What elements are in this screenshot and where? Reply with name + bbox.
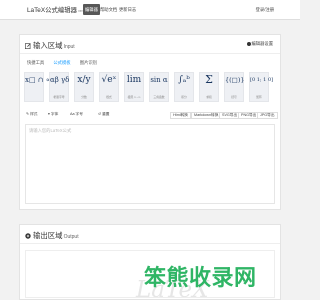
brand-title: LaTeX公式编辑器 bbox=[27, 7, 78, 14]
reset-button[interactable]: ↺ 重置 bbox=[98, 112, 110, 117]
output-title-en: Output bbox=[63, 234, 79, 240]
symbol-label: 三角函数 bbox=[153, 95, 165, 99]
top-nav: LaTeX公式编辑器ver3.6.2 编辑器 帮助文档 更新日志 登录/注册 bbox=[0, 0, 300, 20]
output-title: 输出区域Output bbox=[25, 230, 79, 241]
symbol-sum-button[interactable]: Σ 求和 bbox=[199, 72, 219, 102]
output-panel-header: 输出区域Output bbox=[20, 225, 280, 244]
symbol-glyph: √eˣ bbox=[101, 75, 117, 85]
symbol-label: 根式 bbox=[106, 95, 112, 99]
symbol-label: 分数 bbox=[81, 95, 87, 99]
svg-export-button[interactable]: SVG导出 bbox=[219, 112, 241, 119]
tab-quick-tools[interactable]: 快捷工具 bbox=[24, 59, 47, 67]
latex-input-placeholder: 请输入您的LaTeX公式 bbox=[29, 128, 72, 133]
symbol-matrix-button[interactable]: [0 1; 1 0] 矩阵 bbox=[249, 72, 274, 102]
symbol-label: 括号 bbox=[231, 95, 237, 99]
tab-formula-templates[interactable]: 公式模板 bbox=[50, 59, 73, 67]
symbol-trig-button[interactable]: sin α 三角函数 bbox=[149, 72, 169, 102]
symbol-label: 希腊字母 bbox=[53, 95, 65, 99]
latex-input[interactable]: 请输入您的LaTeX公式 bbox=[25, 124, 275, 204]
style-label: 样式 bbox=[30, 112, 38, 116]
symbol-label: 求和 bbox=[206, 95, 212, 99]
tab-image-recognition[interactable]: 图片识别 bbox=[77, 59, 100, 67]
symbol-label: 极限 n→∞ bbox=[127, 95, 141, 99]
editor-settings-button[interactable]: 编辑器设置 bbox=[246, 41, 273, 47]
html-convert-button[interactable]: Html转换 bbox=[170, 112, 191, 119]
symbol-palette: x□ ∩ ∝ αβ γδ 希腊字母 x/y 分数 √eˣ 根式 lim 极限 n… bbox=[24, 72, 278, 108]
symbol-glyph: Σ bbox=[205, 73, 213, 86]
settings-label: 编辑器设置 bbox=[251, 41, 273, 46]
login-link[interactable]: 登录/注册 bbox=[256, 4, 274, 15]
symbol-glyph: [0 1; 1 0] bbox=[250, 77, 274, 83]
input-panel-header: 输入区域Input 编辑器设置 bbox=[20, 35, 280, 54]
symbol-label: 积分 bbox=[181, 95, 187, 99]
symbol-glyph: x□ ∩ ∝ bbox=[25, 76, 51, 84]
gear-icon bbox=[246, 41, 251, 46]
nav-changelog[interactable]: 更新日志 bbox=[117, 4, 138, 15]
symbol-brackets-button[interactable]: {(□)} 括号 bbox=[224, 72, 244, 102]
edit-icon bbox=[25, 43, 31, 49]
symbol-greek-button[interactable]: αβ γδ 希腊字母 bbox=[49, 72, 69, 102]
output-panel: 输出区域Output LaTeX 笨熊收录网 bbox=[19, 224, 281, 300]
symbol-label: 矩阵 bbox=[256, 95, 262, 99]
nav-help[interactable]: 帮助文档 bbox=[98, 4, 119, 15]
symbol-glyph: sin α bbox=[150, 76, 168, 84]
input-title-en: Input bbox=[63, 44, 75, 50]
symbol-fraction-button[interactable]: x/y 分数 bbox=[74, 72, 94, 102]
symbol-glyph: x/y bbox=[77, 75, 91, 85]
font-size-button[interactable]: Aa 字号 bbox=[70, 112, 83, 117]
symbol-glyph: {(□)} bbox=[225, 76, 245, 84]
symbol-glyph: αβ γδ bbox=[50, 76, 70, 84]
font-size-label: 字号 bbox=[75, 112, 83, 116]
font-button[interactable]: ▾ 字体 bbox=[48, 112, 58, 117]
input-title: 输入区域Input bbox=[25, 40, 75, 51]
markdown-convert-button[interactable]: Markdown转换 bbox=[191, 112, 222, 119]
symbol-glyph: ∫ₐᵇ bbox=[178, 75, 190, 85]
input-title-text: 输入区域 bbox=[33, 41, 63, 50]
font-label: 字体 bbox=[50, 112, 59, 116]
symbol-limit-button[interactable]: lim 极限 n→∞ bbox=[124, 72, 144, 102]
jpg-export-button[interactable]: JPG导出 bbox=[257, 112, 278, 119]
input-tabs: 快捷工具 公式模板 图片识别 bbox=[24, 59, 102, 68]
symbol-operators-button[interactable]: x□ ∩ ∝ bbox=[24, 72, 51, 102]
symbol-root-button[interactable]: √eˣ 根式 bbox=[99, 72, 119, 102]
formula-output: LaTeX 笨熊收录网 bbox=[25, 250, 275, 298]
reset-label: 重置 bbox=[102, 112, 110, 116]
symbol-glyph: lim bbox=[126, 75, 142, 85]
style-button[interactable]: ✎ 样式 bbox=[26, 112, 38, 117]
output-icon bbox=[25, 233, 31, 239]
input-panel: 输入区域Input 编辑器设置 快捷工具 公式模板 图片识别 x□ ∩ ∝ αβ… bbox=[19, 34, 281, 210]
output-title-text: 输出区域 bbox=[33, 231, 63, 240]
site-watermark: 笨熊收录网 bbox=[144, 265, 257, 290]
brand[interactable]: LaTeX公式编辑器ver3.6.2 bbox=[27, 5, 90, 14]
symbol-integral-button[interactable]: ∫ₐᵇ 积分 bbox=[174, 72, 194, 102]
editor-toolbar: ✎ 样式 ▾ 字体 Aa 字号 ↺ 重置 Html转换 Markdown转换 S… bbox=[20, 111, 280, 121]
